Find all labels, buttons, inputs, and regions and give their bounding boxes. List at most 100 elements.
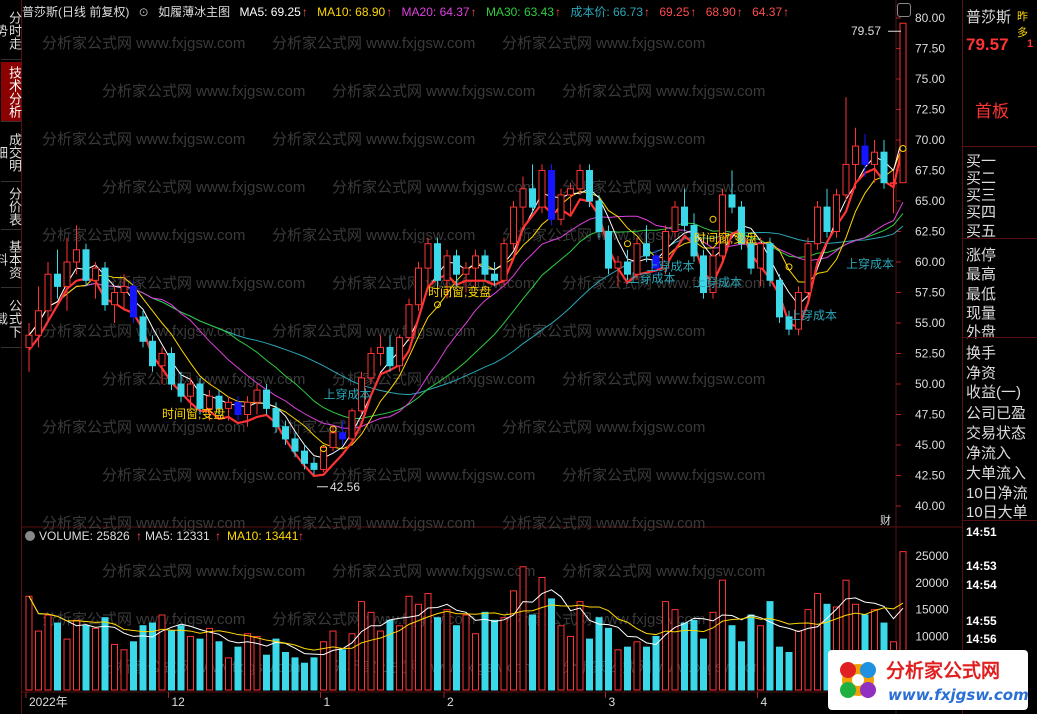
volume-bar[interactable] bbox=[396, 625, 403, 691]
volume-bar[interactable] bbox=[548, 598, 555, 691]
candle[interactable] bbox=[548, 170, 555, 220]
candle[interactable] bbox=[434, 243, 441, 281]
candle[interactable] bbox=[557, 194, 565, 220]
candle[interactable] bbox=[472, 255, 479, 269]
candle[interactable] bbox=[510, 206, 517, 245]
candle[interactable] bbox=[111, 292, 118, 306]
candle[interactable] bbox=[852, 145, 859, 165]
candle[interactable] bbox=[519, 188, 527, 208]
candle[interactable] bbox=[158, 353, 166, 367]
candle[interactable] bbox=[633, 243, 641, 275]
candle[interactable] bbox=[681, 206, 688, 226]
candle[interactable] bbox=[671, 206, 679, 233]
volume-bar[interactable] bbox=[576, 601, 584, 691]
volume-bar[interactable] bbox=[301, 662, 308, 691]
volume-bar[interactable] bbox=[605, 627, 612, 691]
candle[interactable] bbox=[424, 243, 432, 269]
volume-bar[interactable] bbox=[377, 630, 384, 691]
volume-bar[interactable] bbox=[728, 625, 736, 691]
candle[interactable] bbox=[367, 353, 375, 379]
volume-bar[interactable] bbox=[415, 603, 422, 691]
volume-bar[interactable] bbox=[481, 611, 489, 691]
volume-bar[interactable] bbox=[510, 590, 517, 691]
volume-bar[interactable] bbox=[757, 625, 764, 691]
candle[interactable] bbox=[234, 401, 242, 415]
volume-bar[interactable] bbox=[149, 622, 156, 691]
volume-bar[interactable] bbox=[719, 579, 726, 691]
volume-bar[interactable] bbox=[92, 627, 99, 691]
volume-bar[interactable] bbox=[358, 601, 365, 691]
volume-bar[interactable] bbox=[329, 630, 337, 691]
volume-bar[interactable] bbox=[386, 619, 394, 691]
volume-bar[interactable] bbox=[73, 619, 80, 691]
candle[interactable] bbox=[899, 22, 907, 184]
volume-bar[interactable] bbox=[139, 625, 147, 691]
candle[interactable] bbox=[529, 188, 536, 208]
candle[interactable] bbox=[462, 267, 470, 275]
volume-bar[interactable] bbox=[462, 614, 470, 691]
chevron-down-icon[interactable] bbox=[25, 531, 35, 541]
candle[interactable] bbox=[814, 206, 821, 245]
candle[interactable] bbox=[35, 310, 42, 336]
tab-1[interactable]: 分时走势 bbox=[0, 2, 22, 60]
candle[interactable] bbox=[329, 432, 337, 448]
candle[interactable] bbox=[833, 194, 840, 232]
volume-bar[interactable] bbox=[567, 635, 574, 691]
candle[interactable] bbox=[263, 389, 270, 409]
volume-bar[interactable] bbox=[44, 614, 52, 691]
candle[interactable] bbox=[244, 401, 251, 415]
candle[interactable] bbox=[595, 200, 603, 232]
candle[interactable] bbox=[291, 438, 299, 452]
volume-bar[interactable] bbox=[54, 622, 61, 691]
volume-bar[interactable] bbox=[187, 635, 194, 691]
candle[interactable] bbox=[253, 389, 261, 403]
candle[interactable] bbox=[861, 145, 869, 165]
candle[interactable] bbox=[377, 346, 384, 354]
candle[interactable] bbox=[491, 273, 498, 281]
volume-bar[interactable] bbox=[263, 654, 270, 691]
volume-bar[interactable] bbox=[738, 641, 745, 691]
candle[interactable] bbox=[776, 279, 783, 318]
volume-bar[interactable] bbox=[35, 630, 42, 691]
volume-bar[interactable] bbox=[206, 627, 213, 691]
volume-bar[interactable] bbox=[25, 595, 33, 691]
tab-2[interactable]: 技术分析 bbox=[1, 62, 22, 122]
volume-bar[interactable] bbox=[272, 638, 280, 691]
candle[interactable] bbox=[605, 231, 612, 269]
candle[interactable] bbox=[643, 243, 650, 257]
volume-bar[interactable] bbox=[747, 614, 755, 691]
candle[interactable] bbox=[44, 273, 52, 312]
candle[interactable] bbox=[538, 170, 546, 208]
volume-bar[interactable] bbox=[177, 625, 185, 691]
tab-5[interactable]: 基本资料 bbox=[0, 232, 22, 288]
candle[interactable] bbox=[82, 249, 90, 281]
window-toggle-button[interactable] bbox=[897, 3, 911, 17]
candle[interactable] bbox=[728, 194, 736, 208]
candle[interactable] bbox=[586, 170, 593, 202]
candle[interactable] bbox=[443, 255, 451, 281]
volume-bar[interactable] bbox=[367, 611, 375, 691]
candle[interactable] bbox=[348, 410, 356, 440]
candle[interactable] bbox=[301, 450, 308, 464]
volume-bar[interactable] bbox=[405, 595, 413, 691]
candle[interactable] bbox=[871, 151, 878, 165]
volume-bar[interactable] bbox=[168, 630, 175, 691]
candle[interactable] bbox=[823, 206, 831, 233]
candle[interactable] bbox=[225, 401, 232, 409]
candle[interactable] bbox=[130, 285, 137, 318]
volume-bar[interactable] bbox=[557, 625, 565, 691]
volume-bar[interactable] bbox=[158, 614, 166, 691]
volume-bar[interactable] bbox=[282, 652, 289, 691]
volume-bar[interactable] bbox=[538, 577, 546, 691]
candle[interactable] bbox=[63, 261, 71, 287]
candle[interactable] bbox=[282, 426, 289, 440]
candle[interactable] bbox=[196, 383, 204, 409]
volume-bar[interactable] bbox=[785, 652, 793, 691]
candle[interactable] bbox=[567, 188, 574, 196]
candle[interactable] bbox=[101, 267, 109, 306]
volume-bar[interactable] bbox=[130, 641, 137, 691]
volume-bar[interactable] bbox=[766, 601, 774, 691]
stock-title[interactable]: 普莎斯(日线 前复权) bbox=[22, 5, 129, 19]
tab-3[interactable]: 成交明细 bbox=[0, 124, 22, 182]
candle[interactable] bbox=[54, 273, 61, 287]
